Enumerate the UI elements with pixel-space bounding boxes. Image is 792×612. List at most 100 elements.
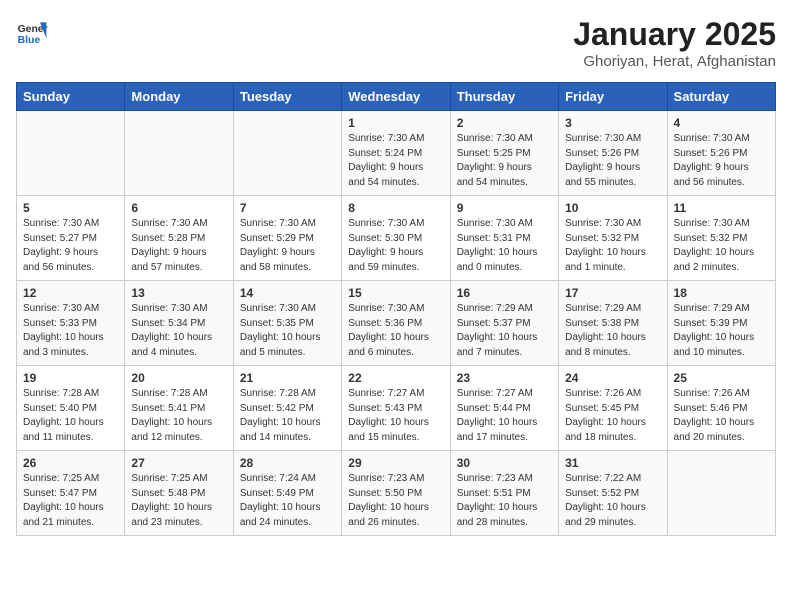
day-info: Sunrise: 7:28 AM Sunset: 5:40 PM Dayligh… [23, 387, 118, 445]
day-info: Sunrise: 7:25 AM Sunset: 5:47 PM Dayligh… [23, 472, 118, 530]
calendar-cell: 3 Sunrise: 7:30 AM Sunset: 5:26 PM Daylig… [559, 111, 667, 196]
day-number: 3 [565, 116, 660, 130]
svg-text:Blue: Blue [18, 35, 41, 46]
day-info: Sunrise: 7:30 AM Sunset: 5:32 PM Dayligh… [565, 217, 660, 275]
day-info: Sunrise: 7:27 AM Sunset: 5:44 PM Dayligh… [457, 387, 552, 445]
calendar-week-row: 12Sunrise: 7:30 AM Sunset: 5:33 PM Dayli… [17, 281, 776, 366]
calendar-cell: 30 Sunrise: 7:23 AM Sunset: 5:51 PM Dayli… [450, 451, 558, 536]
weekday-header-wednesday: Wednesday [342, 83, 450, 111]
calendar-cell: 22 Sunrise: 7:27 AM Sunset: 5:43 PM Dayli… [342, 366, 450, 451]
day-number: 28 [240, 456, 335, 470]
day-info: Sunrise: 7:30 AM Sunset: 5:24 PM Dayligh… [348, 132, 443, 190]
calendar-cell: 17Sunrise: 7:29 AM Sunset: 5:38 PM Dayli… [559, 281, 667, 366]
calendar-cell [17, 111, 125, 196]
calendar-week-row: 26 Sunrise: 7:25 AM Sunset: 5:47 PM Dayli… [17, 451, 776, 536]
day-info: Sunrise: 7:23 AM Sunset: 5:51 PM Dayligh… [457, 472, 552, 530]
day-number: 31 [565, 456, 660, 470]
day-number: 21 [240, 371, 335, 385]
calendar-cell: 19 Sunrise: 7:28 AM Sunset: 5:40 PM Dayli… [17, 366, 125, 451]
day-info: Sunrise: 7:30 AM Sunset: 5:28 PM Dayligh… [131, 217, 226, 275]
day-info: Sunrise: 7:30 AM Sunset: 5:36 PM Dayligh… [348, 302, 443, 360]
logo-icon: General Blue [16, 16, 48, 48]
day-number: 19 [23, 371, 118, 385]
calendar-cell: 1 Sunrise: 7:30 AM Sunset: 5:24 PM Daylig… [342, 111, 450, 196]
day-info: Sunrise: 7:22 AM Sunset: 5:52 PM Dayligh… [565, 472, 660, 530]
weekday-header-row: SundayMondayTuesdayWednesdayThursdayFrid… [17, 83, 776, 111]
day-number: 6 [131, 201, 226, 215]
day-info: Sunrise: 7:23 AM Sunset: 5:50 PM Dayligh… [348, 472, 443, 530]
calendar-cell: 12Sunrise: 7:30 AM Sunset: 5:33 PM Dayli… [17, 281, 125, 366]
day-number: 9 [457, 201, 552, 215]
calendar-cell: 6 Sunrise: 7:30 AM Sunset: 5:28 PM Daylig… [125, 196, 233, 281]
calendar-cell [667, 451, 775, 536]
calendar-cell: 5 Sunrise: 7:30 AM Sunset: 5:27 PM Daylig… [17, 196, 125, 281]
day-number: 8 [348, 201, 443, 215]
day-info: Sunrise: 7:29 AM Sunset: 5:37 PM Dayligh… [457, 302, 552, 360]
day-info: Sunrise: 7:30 AM Sunset: 5:35 PM Dayligh… [240, 302, 335, 360]
day-number: 17 [565, 286, 660, 300]
calendar-cell: 11Sunrise: 7:30 AM Sunset: 5:32 PM Dayli… [667, 196, 775, 281]
day-number: 29 [348, 456, 443, 470]
day-info: Sunrise: 7:25 AM Sunset: 5:48 PM Dayligh… [131, 472, 226, 530]
calendar-cell: 10 Sunrise: 7:30 AM Sunset: 5:32 PM Dayli… [559, 196, 667, 281]
logo: General Blue [16, 16, 48, 48]
day-number: 5 [23, 201, 118, 215]
day-info: Sunrise: 7:26 AM Sunset: 5:45 PM Dayligh… [565, 387, 660, 445]
day-info: Sunrise: 7:26 AM Sunset: 5:46 PM Dayligh… [674, 387, 769, 445]
day-number: 18 [674, 286, 769, 300]
day-info: Sunrise: 7:30 AM Sunset: 5:26 PM Dayligh… [565, 132, 660, 190]
weekday-header-saturday: Saturday [667, 83, 775, 111]
day-number: 1 [348, 116, 443, 130]
day-info: Sunrise: 7:30 AM Sunset: 5:29 PM Dayligh… [240, 217, 335, 275]
day-number: 7 [240, 201, 335, 215]
day-number: 23 [457, 371, 552, 385]
calendar-cell: 2 Sunrise: 7:30 AM Sunset: 5:25 PM Daylig… [450, 111, 558, 196]
calendar-week-row: 1 Sunrise: 7:30 AM Sunset: 5:24 PM Daylig… [17, 111, 776, 196]
day-info: Sunrise: 7:27 AM Sunset: 5:43 PM Dayligh… [348, 387, 443, 445]
calendar-cell: 31 Sunrise: 7:22 AM Sunset: 5:52 PM Dayli… [559, 451, 667, 536]
day-info: Sunrise: 7:30 AM Sunset: 5:26 PM Dayligh… [674, 132, 769, 190]
calendar-week-row: 19 Sunrise: 7:28 AM Sunset: 5:40 PM Dayli… [17, 366, 776, 451]
calendar-week-row: 5 Sunrise: 7:30 AM Sunset: 5:27 PM Daylig… [17, 196, 776, 281]
calendar-subtitle: Ghoriyan, Herat, Afghanistan [573, 53, 776, 70]
calendar-cell: 15Sunrise: 7:30 AM Sunset: 5:36 PM Dayli… [342, 281, 450, 366]
calendar-cell: 7 Sunrise: 7:30 AM Sunset: 5:29 PM Daylig… [233, 196, 341, 281]
day-info: Sunrise: 7:30 AM Sunset: 5:25 PM Dayligh… [457, 132, 552, 190]
day-info: Sunrise: 7:30 AM Sunset: 5:34 PM Dayligh… [131, 302, 226, 360]
day-number: 4 [674, 116, 769, 130]
calendar-cell: 25 Sunrise: 7:26 AM Sunset: 5:46 PM Dayli… [667, 366, 775, 451]
day-number: 25 [674, 371, 769, 385]
weekday-header-friday: Friday [559, 83, 667, 111]
day-info: Sunrise: 7:29 AM Sunset: 5:39 PM Dayligh… [674, 302, 769, 360]
day-info: Sunrise: 7:28 AM Sunset: 5:42 PM Dayligh… [240, 387, 335, 445]
day-number: 12 [23, 286, 118, 300]
calendar-cell: 27 Sunrise: 7:25 AM Sunset: 5:48 PM Dayli… [125, 451, 233, 536]
day-info: Sunrise: 7:30 AM Sunset: 5:27 PM Dayligh… [23, 217, 118, 275]
page-header: General Blue January 2025 Ghoriyan, Hera… [16, 16, 776, 70]
weekday-header-monday: Monday [125, 83, 233, 111]
day-number: 30 [457, 456, 552, 470]
day-number: 22 [348, 371, 443, 385]
day-number: 2 [457, 116, 552, 130]
weekday-header-sunday: Sunday [17, 83, 125, 111]
calendar-cell [233, 111, 341, 196]
day-number: 20 [131, 371, 226, 385]
day-number: 26 [23, 456, 118, 470]
calendar-cell: 14 Sunrise: 7:30 AM Sunset: 5:35 PM Dayli… [233, 281, 341, 366]
calendar-cell: 23 Sunrise: 7:27 AM Sunset: 5:44 PM Dayli… [450, 366, 558, 451]
calendar-cell: 20Sunrise: 7:28 AM Sunset: 5:41 PM Dayli… [125, 366, 233, 451]
day-number: 10 [565, 201, 660, 215]
calendar-cell: 29 Sunrise: 7:23 AM Sunset: 5:50 PM Dayli… [342, 451, 450, 536]
calendar-cell: 28 Sunrise: 7:24 AM Sunset: 5:49 PM Dayli… [233, 451, 341, 536]
calendar-cell [125, 111, 233, 196]
calendar-cell: 18 Sunrise: 7:29 AM Sunset: 5:39 PM Dayli… [667, 281, 775, 366]
day-info: Sunrise: 7:30 AM Sunset: 5:30 PM Dayligh… [348, 217, 443, 275]
title-block: January 2025 Ghoriyan, Herat, Afghanista… [573, 16, 776, 70]
day-info: Sunrise: 7:24 AM Sunset: 5:49 PM Dayligh… [240, 472, 335, 530]
calendar-cell: 9Sunrise: 7:30 AM Sunset: 5:31 PM Daylig… [450, 196, 558, 281]
day-number: 27 [131, 456, 226, 470]
day-number: 16 [457, 286, 552, 300]
calendar-cell: 4 Sunrise: 7:30 AM Sunset: 5:26 PM Daylig… [667, 111, 775, 196]
day-number: 14 [240, 286, 335, 300]
weekday-header-tuesday: Tuesday [233, 83, 341, 111]
